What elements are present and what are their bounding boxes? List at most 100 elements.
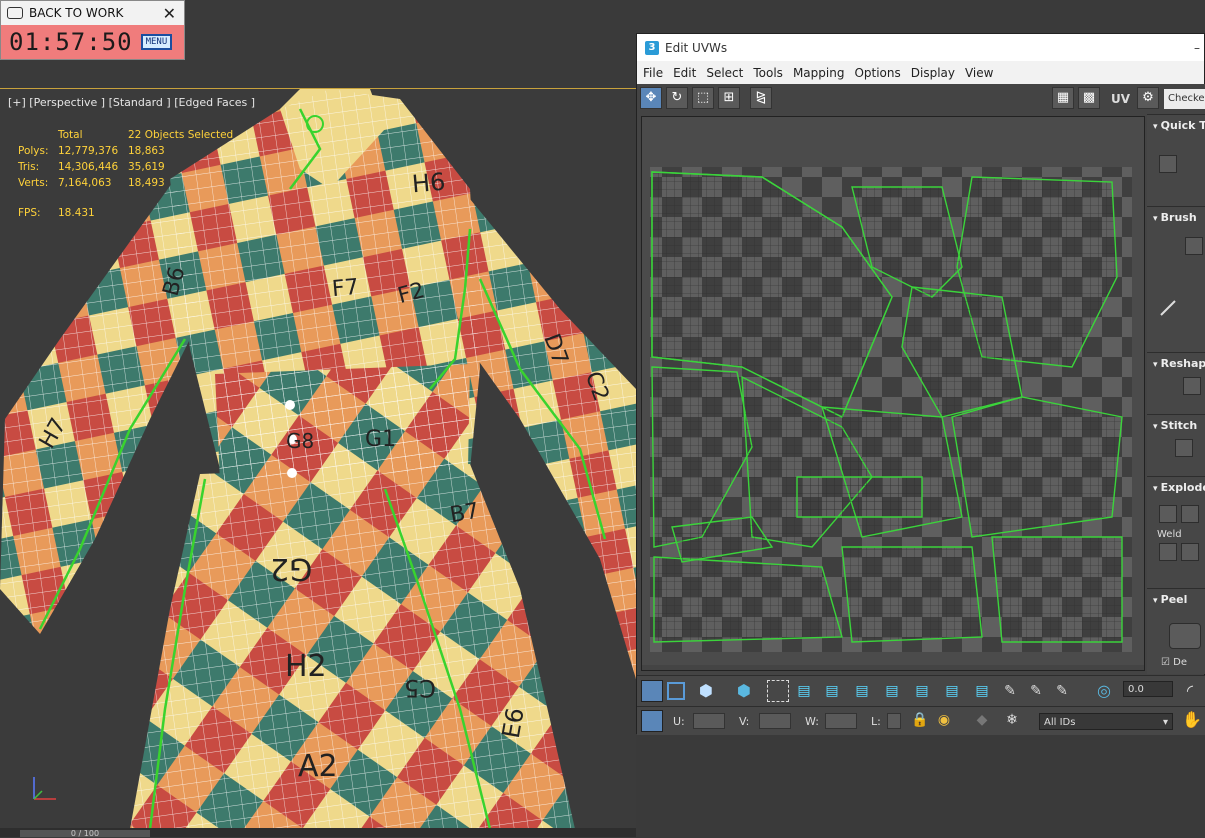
loop-selection-icon[interactable]: ▤	[821, 680, 843, 702]
falloff-curve-icon[interactable]: ◜	[1179, 680, 1201, 702]
weld-selected-icon[interactable]	[1181, 543, 1199, 561]
l-label: L:	[871, 715, 881, 728]
ring-grow-icon[interactable]: ▤	[911, 680, 933, 702]
freeze-icon[interactable]: ❄	[1001, 709, 1023, 731]
stitch-icon[interactable]	[1175, 439, 1193, 457]
menu-display[interactable]: Display	[911, 66, 955, 80]
stats-total: 14,306,446	[58, 161, 119, 173]
pan-hand-icon[interactable]: ✋	[1181, 709, 1203, 731]
menu-tools[interactable]: Tools	[753, 66, 783, 80]
detach-icon[interactable]	[1181, 505, 1199, 523]
material-id-dropdown[interactable]: All IDs	[1039, 713, 1173, 731]
v-coordinate-input[interactable]	[759, 713, 791, 729]
lock-icon[interactable]: 🔒	[909, 709, 931, 731]
checkbox-icon[interactable]: ☑	[1161, 657, 1170, 668]
edit-uvws-window: 3 Edit UVWs – File Edit Select Tools Map…	[636, 33, 1205, 735]
menu-edit[interactable]: Edit	[673, 66, 696, 80]
face-select-icon[interactable]: ⬢	[695, 680, 717, 702]
fps-counter: FPS: 18.431	[18, 207, 95, 219]
uv-space-label[interactable]: UV	[1111, 92, 1130, 106]
rollout-title[interactable]: Stitch	[1147, 415, 1205, 432]
fps-value: 18.431	[58, 207, 95, 219]
absolute-mode-icon[interactable]	[641, 710, 663, 732]
rollout-explode[interactable]: Explode Weld	[1147, 476, 1205, 587]
checker-map-dropdown[interactable]: Checker	[1164, 89, 1205, 109]
weld-label: Weld	[1157, 529, 1182, 540]
reshape-icon[interactable]	[1183, 377, 1201, 395]
patch-label: E6	[496, 705, 530, 741]
hide-icon[interactable]: ◉	[933, 709, 955, 731]
vertex-select-icon[interactable]	[641, 680, 663, 702]
fps-label: FPS:	[18, 207, 41, 219]
shrink-selection-icon[interactable]: ▤	[793, 680, 815, 702]
rollout-title[interactable]: Quick T	[1147, 115, 1205, 132]
ring-selection-icon[interactable]: ▤	[851, 680, 873, 702]
stats-total-header: Total	[58, 129, 83, 141]
show-all-icon[interactable]: ◆	[971, 709, 993, 731]
menu-view[interactable]: View	[965, 66, 993, 80]
viewport-label[interactable]: [+] [Perspective ] [Standard ] [Edged Fa…	[8, 96, 255, 109]
timer-menu-button[interactable]: MENU	[140, 34, 173, 50]
menu-file[interactable]: File	[643, 66, 663, 80]
checker-pattern-icon[interactable]: ▦	[1052, 87, 1074, 109]
peel-mode-icon[interactable]	[1169, 623, 1201, 649]
perspective-viewport[interactable]: H6 F7 G8 G1 G2 H2 A2 C5 B7 H7 D7 E6 C2 F…	[0, 88, 636, 829]
loop-grow-icon[interactable]: ▤	[881, 680, 903, 702]
rollout-quick-transform[interactable]: Quick T	[1147, 114, 1205, 205]
mirror-tool-icon[interactable]: ⧎	[750, 87, 772, 109]
rollout-brush[interactable]: Brush	[1147, 206, 1205, 352]
w-coordinate-input[interactable]	[825, 713, 857, 729]
minimize-icon[interactable]: –	[1194, 41, 1200, 55]
soft-selection-spinner[interactable]: 0.0	[1123, 681, 1173, 697]
uv-editor-canvas[interactable]	[641, 116, 1145, 671]
scene-statistics: Total 22 Objects Selected Polys: 12,779,37…	[18, 127, 233, 191]
stats-selected-header: 22 Objects Selected	[128, 129, 234, 141]
weld-target-icon[interactable]	[1159, 543, 1177, 561]
relax-brush-icon[interactable]	[1159, 299, 1177, 317]
patch-label: G8	[286, 429, 315, 453]
rollout-title[interactable]: Reshap	[1147, 353, 1205, 370]
rollout-title[interactable]: Explode	[1147, 477, 1205, 494]
menu-select[interactable]: Select	[706, 66, 743, 80]
u-label: U:	[673, 715, 685, 728]
v-label: V:	[739, 715, 750, 728]
break-icon[interactable]	[1159, 505, 1177, 523]
edge-loop-icon[interactable]: ▤	[971, 680, 993, 702]
move-tool-icon[interactable]: ✥	[640, 87, 662, 109]
peel-detach-option[interactable]: ☑ De	[1161, 657, 1187, 668]
paint-select-grow-icon[interactable]: ✎	[1025, 680, 1047, 702]
u-coordinate-input[interactable]	[693, 713, 725, 729]
menu-options[interactable]: Options	[854, 66, 900, 80]
rollout-peel[interactable]: Peel ☑ De	[1147, 588, 1205, 675]
l-checkbox[interactable]	[887, 713, 901, 729]
grow-selection-icon[interactable]	[767, 680, 789, 702]
stats-selected: 35,619	[128, 161, 165, 173]
rollout-stitch[interactable]: Stitch	[1147, 414, 1205, 475]
rollout-title[interactable]: Brush	[1147, 207, 1205, 224]
rollout-reshape[interactable]: Reshap	[1147, 352, 1205, 413]
menu-mapping[interactable]: Mapping	[793, 66, 845, 80]
soft-selection-icon[interactable]: ◎	[1093, 680, 1115, 702]
patch-label: G2	[270, 551, 313, 586]
selection-toolbar: ⬢ ⬢ ▤ ▤ ▤ ▤ ▤ ▤ ▤ ✎ ✎ ✎ ◎ 0.0 ◜	[637, 675, 1205, 706]
freeform-tool-icon[interactable]: ⊞	[718, 87, 740, 109]
time-slider[interactable]: 0 / 100	[20, 830, 150, 838]
texture-settings-icon[interactable]: ⚙	[1137, 87, 1159, 109]
patch-label: H6	[410, 167, 447, 199]
ring-shrink-icon[interactable]: ▤	[941, 680, 963, 702]
stats-label: Tris:	[18, 161, 40, 173]
stats-total: 12,779,376	[58, 145, 119, 157]
paint-select-icon[interactable]: ✎	[999, 680, 1021, 702]
rollout-title[interactable]: Peel	[1147, 589, 1205, 606]
element-select-icon[interactable]: ⬢	[733, 680, 755, 702]
paint-brush-icon[interactable]	[1185, 237, 1203, 255]
rotate-tool-icon[interactable]: ↻	[666, 87, 688, 109]
show-map-icon[interactable]: ▩	[1078, 87, 1100, 109]
pivot-icon[interactable]	[1159, 155, 1177, 173]
stats-label: Polys:	[18, 145, 49, 157]
scale-tool-icon[interactable]: ⬚	[692, 87, 714, 109]
timeline-bar[interactable]: 0 / 100	[0, 828, 636, 838]
edge-select-icon[interactable]	[667, 682, 685, 700]
paint-select-shrink-icon[interactable]: ✎	[1051, 680, 1073, 702]
close-icon[interactable]: ✕	[163, 4, 176, 23]
